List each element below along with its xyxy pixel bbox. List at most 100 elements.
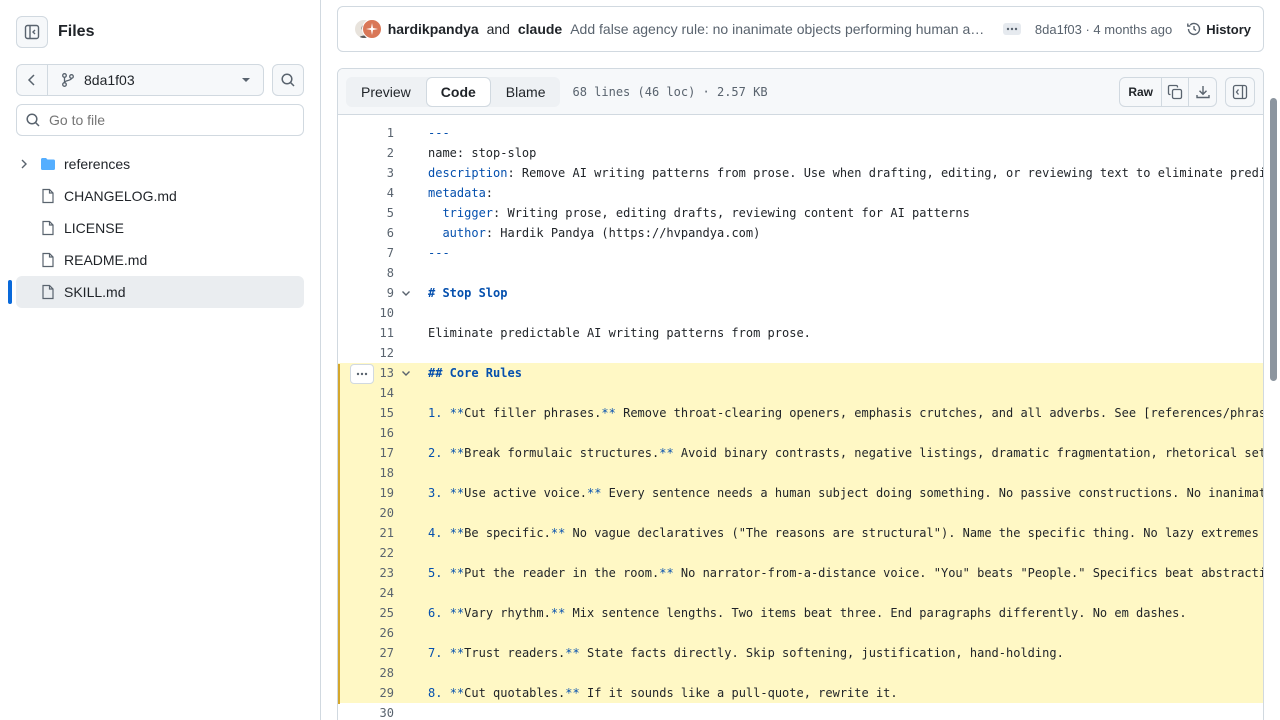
code-line[interactable]: 19 3. **Use active voice.** Every sentenc… (338, 483, 1263, 503)
selected-indicator (8, 280, 12, 304)
line-number[interactable]: 11 (338, 326, 396, 340)
branch-control: 8da1f03 (16, 64, 264, 96)
line-number[interactable]: 5 (338, 206, 396, 220)
code-line[interactable]: 2 name: stop-slop (338, 143, 1263, 163)
line-number[interactable]: 18 (338, 466, 396, 480)
line-number[interactable]: 24 (338, 586, 396, 600)
line-number[interactable]: 19 (338, 486, 396, 500)
back-button[interactable] (17, 65, 48, 95)
copy-raw-button[interactable] (1162, 77, 1189, 106)
code-viewer: Preview Code Blame 68 lines (46 loc) · 2… (337, 68, 1264, 720)
line-number[interactable]: 23 (338, 566, 396, 580)
line-number[interactable]: 14 (338, 386, 396, 400)
highlight-border (338, 364, 340, 704)
line-number[interactable]: 29 (338, 686, 396, 700)
code-line[interactable]: 29 8. **Cut quotables.** If it sounds lik… (338, 683, 1263, 703)
line-number[interactable]: 9 (338, 286, 396, 300)
file-view: hardikpandya and claude Add false agency… (321, 0, 1280, 720)
line-number[interactable]: 26 (338, 626, 396, 640)
line-number[interactable]: 17 (338, 446, 396, 460)
code-line[interactable]: 9 # Stop Slop (338, 283, 1263, 303)
code-line[interactable]: 16 (338, 423, 1263, 443)
code-line[interactable]: 23 5. **Put the reader in the room.** No … (338, 563, 1263, 583)
commit-message[interactable]: Add false agency rule: no inanimate obje… (570, 21, 985, 37)
line-number[interactable]: 1 (338, 126, 396, 140)
file-icon (40, 252, 56, 268)
line-number[interactable]: 3 (338, 166, 396, 180)
tab-preview[interactable]: Preview (346, 77, 426, 107)
tab-blame[interactable]: Blame (491, 77, 561, 107)
code-line[interactable]: 6 author: Hardik Pandya (https://hvpandy… (338, 223, 1263, 243)
tree-item-changelog[interactable]: CHANGELOG.md (16, 180, 304, 212)
line-options-button[interactable] (350, 364, 374, 384)
go-to-file-field[interactable] (16, 104, 304, 136)
avatar[interactable] (362, 19, 382, 39)
tree-item-skill[interactable]: SKILL.md (16, 276, 304, 308)
tree-item-readme[interactable]: README.md (16, 244, 304, 276)
tree-item-license[interactable]: LICENSE (16, 212, 304, 244)
line-number[interactable]: 6 (338, 226, 396, 240)
line-number[interactable]: 27 (338, 646, 396, 660)
line-number[interactable]: 16 (338, 426, 396, 440)
code-line[interactable]: 26 (338, 623, 1263, 643)
chevron-down-icon[interactable] (396, 287, 416, 299)
code-line[interactable]: 5 trigger: Writing prose, editing drafts… (338, 203, 1263, 223)
code-line[interactable]: 24 (338, 583, 1263, 603)
code-line[interactable]: 18 (338, 463, 1263, 483)
line-number[interactable]: 10 (338, 306, 396, 320)
line-number[interactable]: 7 (338, 246, 396, 260)
go-to-file-input[interactable] (49, 112, 289, 128)
line-number[interactable]: 8 (338, 266, 396, 280)
code-line[interactable]: 20 (338, 503, 1263, 523)
code-line[interactable]: 1 --- (338, 123, 1263, 143)
code-line[interactable]: 7 --- (338, 243, 1263, 263)
commit-meta[interactable]: 8da1f03 · 4 months ago (1035, 22, 1172, 37)
line-number[interactable]: 4 (338, 186, 396, 200)
chevron-right-icon[interactable] (16, 158, 32, 170)
branch-selector[interactable]: 8da1f03 (48, 65, 263, 95)
tab-code[interactable]: Code (425, 76, 491, 107)
code-text: 5. **Put the reader in the room.** No na… (428, 566, 1263, 580)
sidebar-header: Files (16, 16, 306, 48)
line-number[interactable]: 25 (338, 606, 396, 620)
line-number[interactable]: 21 (338, 526, 396, 540)
code-line[interactable]: 22 (338, 543, 1263, 563)
code-line[interactable]: 3 description: Remove AI writing patterns… (338, 163, 1263, 183)
author-link[interactable]: hardikpandya (388, 21, 479, 37)
code-line[interactable]: 4 metadata: (338, 183, 1263, 203)
code-line[interactable]: 14 (338, 383, 1263, 403)
code-line[interactable]: 13 ## Core Rules (338, 363, 1263, 383)
expand-commit-button[interactable] (1003, 23, 1021, 35)
code-line[interactable]: 15 1. **Cut filler phrases.** Remove thro… (338, 403, 1263, 423)
code-line[interactable]: 11 Eliminate predictable AI writing patte… (338, 323, 1263, 343)
author-link[interactable]: claude (518, 21, 562, 37)
author-avatars[interactable] (354, 19, 382, 39)
line-number[interactable]: 28 (338, 666, 396, 680)
code-line[interactable]: 17 2. **Break formulaic structures.** Avo… (338, 443, 1263, 463)
code-line[interactable]: 27 7. **Trust readers.** State facts dire… (338, 643, 1263, 663)
chevron-down-icon[interactable] (396, 367, 416, 379)
line-number[interactable]: 15 (338, 406, 396, 420)
code-text: --- (428, 246, 450, 260)
line-number[interactable]: 30 (338, 706, 396, 720)
line-number[interactable]: 22 (338, 546, 396, 560)
tree-item-references[interactable]: references (16, 148, 304, 180)
line-number[interactable]: 12 (338, 346, 396, 360)
code-line[interactable]: 21 4. **Be specific.** No vague declarati… (338, 523, 1263, 543)
code-line[interactable]: 8 (338, 263, 1263, 283)
code-line[interactable]: 28 (338, 663, 1263, 683)
code-content[interactable]: 1 --- 2 name: stop-slop 3 description: Remove… (338, 115, 1263, 720)
history-button[interactable]: History (1186, 21, 1251, 37)
raw-button[interactable]: Raw (1120, 77, 1162, 106)
code-line[interactable]: 30 (338, 703, 1263, 720)
symbols-panel-button[interactable] (1225, 76, 1255, 107)
page-scrollbar[interactable] (1270, 98, 1277, 381)
code-line[interactable]: 12 (338, 343, 1263, 363)
code-line[interactable]: 25 6. **Vary rhythm.** Mix sentence lengt… (338, 603, 1263, 623)
search-button[interactable] (272, 64, 304, 96)
collapse-sidebar-button[interactable] (16, 16, 48, 48)
line-number[interactable]: 20 (338, 506, 396, 520)
code-line[interactable]: 10 (338, 303, 1263, 323)
download-button[interactable] (1189, 78, 1216, 106)
line-number[interactable]: 2 (338, 146, 396, 160)
